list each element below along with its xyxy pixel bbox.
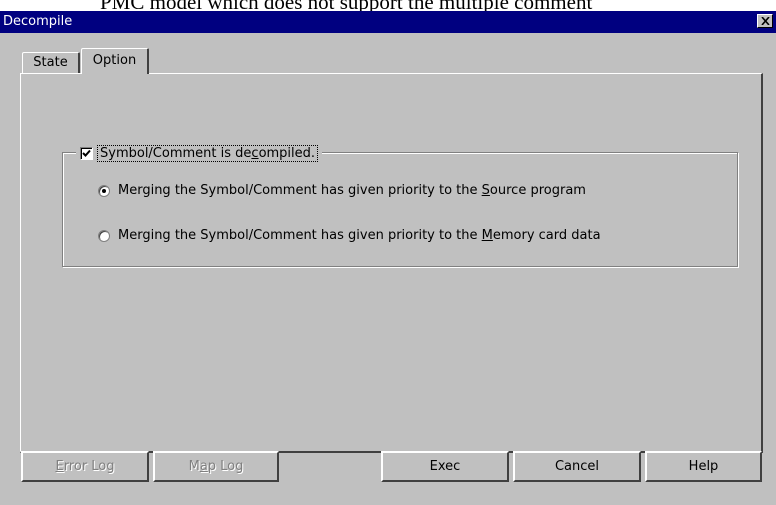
close-button[interactable] [757, 14, 773, 28]
decompile-symbol-checkbox-row[interactable]: Symbol/Comment is decompiled. [76, 143, 323, 163]
radio-source-program-label: Merging the Symbol/Comment has given pri… [118, 183, 586, 198]
radio-selected-dot-icon [102, 188, 106, 193]
title-bar: Decompile [0, 11, 776, 33]
window-title: Decompile [3, 14, 73, 29]
tab-state[interactable]: State [22, 52, 80, 73]
symbol-comment-groupbox [62, 152, 738, 267]
decompile-symbol-checkbox[interactable] [80, 146, 93, 160]
decompile-symbol-checkbox-label: Symbol/Comment is decompiled. [97, 144, 319, 162]
map-log-button[interactable]: Map Log [153, 451, 279, 482]
close-icon [760, 17, 770, 25]
tab-option[interactable]: Option [81, 48, 149, 74]
radio-source-program-row[interactable]: Merging the Symbol/Comment has given pri… [98, 183, 586, 198]
tab-option-label: Option [92, 53, 137, 68]
radio-source-program[interactable] [98, 184, 110, 197]
radio-memory-card-label: Merging the Symbol/Comment has given pri… [118, 228, 601, 243]
checkmark-icon [82, 149, 91, 157]
radio-memory-card-row[interactable]: Merging the Symbol/Comment has given pri… [98, 228, 601, 243]
exec-button[interactable]: Exec [381, 451, 509, 482]
error-log-button[interactable]: Error Log [21, 451, 149, 482]
radio-memory-card[interactable] [98, 229, 110, 242]
tab-state-label: State [33, 55, 68, 70]
cancel-button[interactable]: Cancel [513, 451, 641, 482]
help-button[interactable]: Help [645, 451, 762, 482]
